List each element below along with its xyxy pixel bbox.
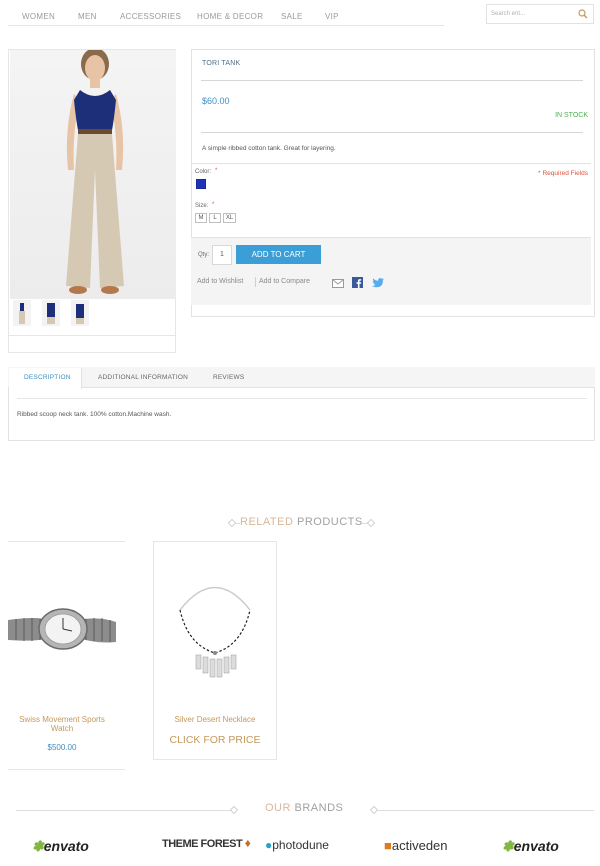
ornament-right <box>366 518 376 528</box>
our-brands-title: OUR BRANDS <box>265 802 343 814</box>
required-star: * <box>215 168 218 174</box>
color-swatch-blue[interactable] <box>196 179 206 189</box>
activeden-icon: ■ <box>384 838 392 853</box>
divider <box>201 132 583 133</box>
brand-logo-envato[interactable]: ✽envato <box>32 838 89 858</box>
brand-logo-envato-2[interactable]: ✽envato <box>502 838 559 858</box>
size-option-xl[interactable]: XL <box>223 213 236 223</box>
color-label: Color: <box>195 169 212 175</box>
divider <box>17 398 587 399</box>
size-option-m[interactable]: M <box>195 213 207 223</box>
size-label: Size: <box>195 203 209 209</box>
product-image-watch[interactable] <box>8 590 116 660</box>
product-name: TORI TANK <box>202 60 241 67</box>
related-title-rest: PRODUCTS <box>293 516 363 528</box>
nav-accessories[interactable]: ACCESSORIES <box>120 12 181 21</box>
link-separator <box>255 277 256 287</box>
add-to-wishlist-link[interactable]: Add to Wishlist <box>197 278 243 285</box>
nav-sale[interactable]: SALE <box>281 12 303 21</box>
thumbnail-3[interactable] <box>71 300 89 326</box>
thumbnail-2[interactable] <box>42 300 60 326</box>
nav-women[interactable]: WOMEN <box>22 12 55 21</box>
ornament-left <box>229 805 239 815</box>
tab-bar <box>8 367 595 388</box>
product-image-necklace[interactable] <box>160 575 270 685</box>
nav-vip[interactable]: VIP <box>325 12 339 21</box>
product-price: $60.00 <box>202 96 230 106</box>
required-fields-note: * Required Fields <box>538 170 588 177</box>
click-for-price-link[interactable]: CLICK FOR PRICE <box>153 734 277 746</box>
related-products-title: RELATED PRODUCTS <box>240 516 363 528</box>
nav-home-decor[interactable]: HOME & DECOR <box>197 12 263 21</box>
short-description: A simple ribbed cotton tank. Great for l… <box>202 145 336 152</box>
tab-reviews[interactable]: REVIEWS <box>213 374 244 381</box>
tab-description[interactable]: DESCRIPTION <box>24 374 71 381</box>
facebook-icon[interactable] <box>352 277 363 288</box>
search-icon[interactable] <box>578 9 588 19</box>
envato-leaf-icon: ✽ <box>32 838 44 854</box>
twitter-icon[interactable] <box>372 278 384 288</box>
brand-logo-photodune[interactable]: ●photodune <box>265 838 329 858</box>
tab-additional-information[interactable]: ADDITIONAL INFORMATION <box>98 374 188 381</box>
card-divider <box>8 769 125 770</box>
brands-title-rest: BRANDS <box>290 802 344 814</box>
product-name-necklace[interactable]: Silver Desert Necklace <box>153 715 277 724</box>
envato-leaf-icon: ✽ <box>502 838 514 854</box>
required-star: * <box>212 202 215 208</box>
email-icon[interactable] <box>332 279 344 288</box>
product-price-watch: $500.00 <box>47 743 77 752</box>
ornament-line <box>16 810 231 811</box>
thumbnail-1[interactable] <box>13 300 31 326</box>
stock-status: IN STOCK <box>555 112 588 119</box>
brands-title-accent: OUR <box>265 802 291 814</box>
themeforest-leaf-icon: ♦ <box>244 836 251 850</box>
card-divider <box>8 541 125 542</box>
ornament-right <box>369 805 379 815</box>
product-name-watch[interactable]: Swiss Movement Sports Watch <box>8 715 116 733</box>
ornament-line <box>378 810 594 811</box>
tab-content-description: Ribbed scoop neck tank. 100% cotton.Mach… <box>17 411 172 418</box>
product-main-image[interactable] <box>10 50 176 299</box>
nav-men[interactable]: MEN <box>78 12 97 21</box>
brand-logo-themeforest[interactable]: THEME FOREST ♦ <box>162 836 251 856</box>
product-options <box>191 163 591 238</box>
divider <box>201 80 583 81</box>
size-option-l[interactable]: L <box>209 213 221 223</box>
add-to-compare-link[interactable]: Add to Compare <box>259 278 310 285</box>
search-placeholder: Search ent... <box>491 11 526 17</box>
search-input[interactable]: Search ent... <box>486 4 594 24</box>
brand-logo-activeden[interactable]: ■activeden <box>384 838 448 858</box>
related-title-accent: RELATED <box>240 516 294 528</box>
qty-label: Qty: <box>198 252 210 258</box>
qty-input[interactable]: 1 <box>212 245 232 265</box>
add-to-cart-button[interactable]: ADD TO CART <box>236 245 321 264</box>
image-panel-footer <box>8 336 176 353</box>
